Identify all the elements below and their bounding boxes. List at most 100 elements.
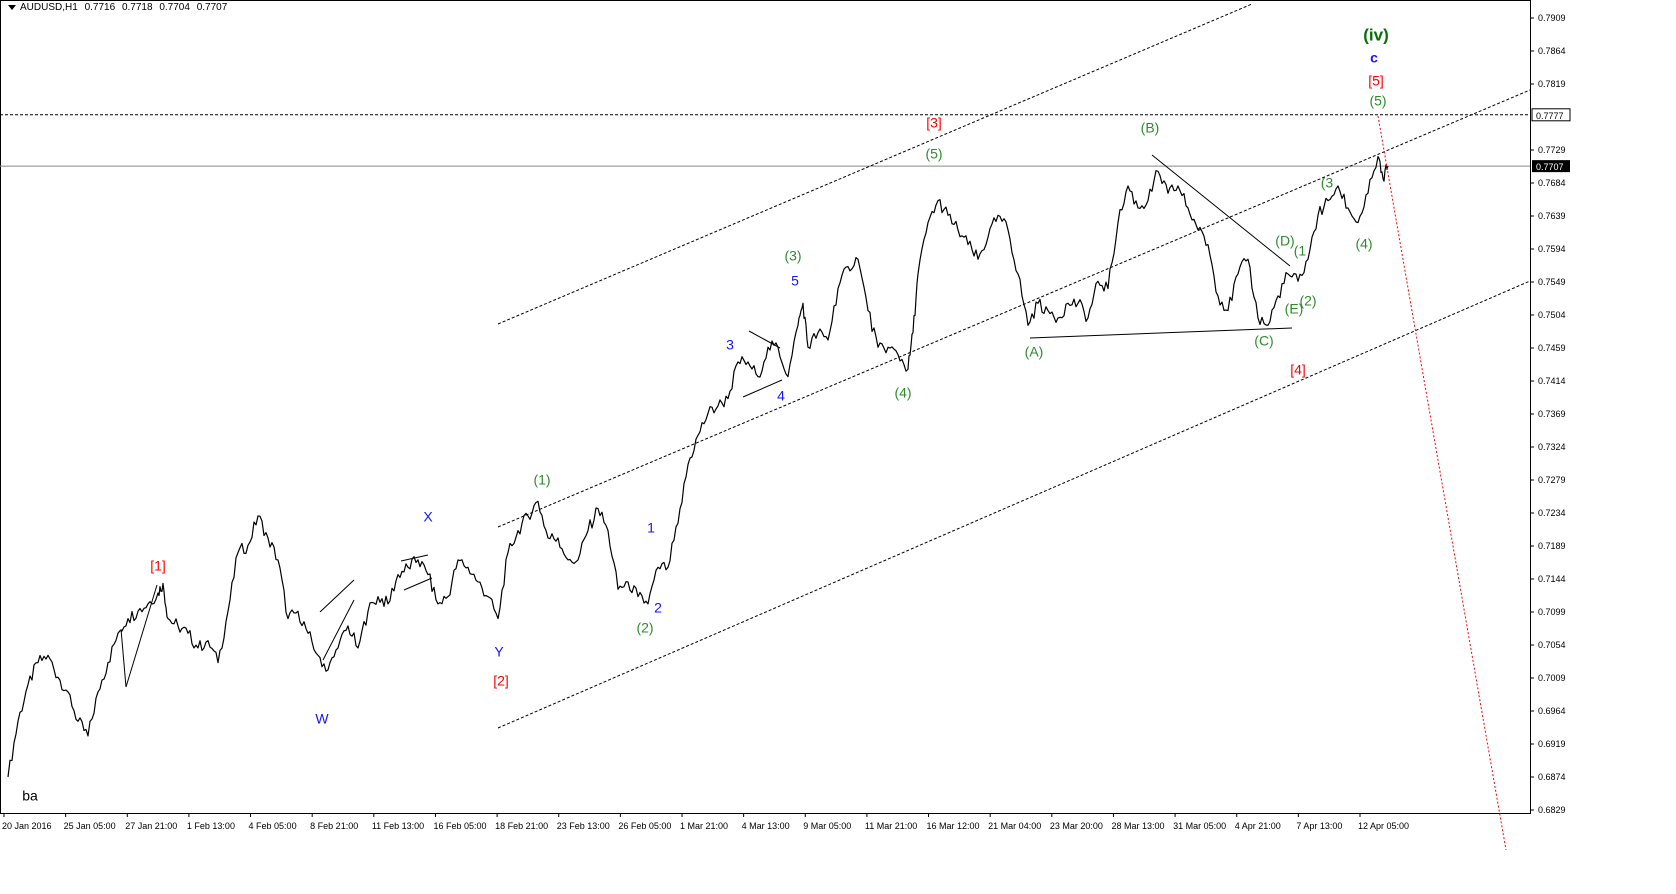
wave-label-21: (1: [1294, 243, 1307, 259]
y-tick-label-13: 0.7279: [1538, 475, 1566, 485]
wave-line-2: [319, 579, 355, 613]
x-tick-label-8: 18 Feb 21:00: [495, 821, 548, 831]
channel-line-1: [497, 89, 1531, 528]
x-tick-label-10: 26 Feb 05:00: [618, 821, 671, 831]
wave-label-29: (iv): [1363, 25, 1389, 44]
wave-label-11: 5: [791, 273, 799, 289]
y-tick-label-23: 0.6829: [1538, 805, 1566, 815]
x-tick-label-18: 28 Mar 13:00: [1111, 821, 1164, 831]
x-tick-label-4: 4 Feb 05:00: [249, 821, 297, 831]
wave-label-16: (A): [1025, 344, 1044, 360]
y-tick-label-9: 0.7459: [1538, 343, 1566, 353]
wave-label-4: [2]: [493, 673, 509, 689]
price-chart[interactable]: [1] W X Y [2] (1) (2) 1 2 3 4 5 (3) (4) [3] (5) (A) (B) (C…: [0, 0, 1676, 894]
wave-label-26: (5): [1369, 93, 1386, 109]
y-tick-label-22: 0.6874: [1538, 772, 1566, 782]
y-tick-label-21: 0.6919: [1538, 739, 1566, 749]
x-tick-label-6: 11 Feb 13:00: [372, 821, 424, 831]
x-tick-label-0: 20 Jan 2016: [2, 821, 52, 831]
wave-line-0: [125, 584, 158, 688]
x-tick-label-16: 21 Mar 04:00: [988, 821, 1041, 831]
wave-label-5: (1): [533, 472, 550, 488]
wave-label-30: ba: [22, 788, 38, 804]
y-tick-label-7: 0.7549: [1538, 277, 1566, 287]
y-tick-label-11: 0.7369: [1538, 409, 1566, 419]
x-tick-label-17: 23 Mar 20:00: [1050, 821, 1103, 831]
y-tick-label-15: 0.7189: [1538, 541, 1566, 551]
channel-line-2: [497, 280, 1531, 729]
price-tag-label-1: 0.7707: [1536, 162, 1564, 172]
price-series: [7, 156, 1389, 778]
price-line-0: [7, 156, 1389, 778]
price-tag-label-0: 0.7777: [1536, 111, 1564, 121]
wave-label-8: 2: [654, 600, 662, 616]
x-tick-label-3: 1 Feb 13:00: [187, 821, 235, 831]
wave-line-5: [403, 577, 433, 591]
y-tick-label-5: 0.7639: [1538, 211, 1566, 221]
x-tick-label-15: 16 Mar 12:00: [927, 821, 980, 831]
y-tick-label-19: 0.7009: [1538, 673, 1566, 683]
forecast-line: [1377, 115, 1507, 851]
wave-label-7: 1: [647, 520, 655, 536]
x-tick-label-12: 4 Mar 13:00: [742, 821, 790, 831]
wave-label-18: (C): [1254, 333, 1273, 349]
x-tick-label-2: 27 Jan 21:00: [125, 821, 177, 831]
wave-label-17: (B): [1141, 120, 1160, 136]
y-axis: 0.7909 0.7864 0.7819 0.7729 0.7684 0.7639 0.75…: [1530, 13, 1566, 815]
x-tick-label-7: 16 Feb 05:00: [433, 821, 486, 831]
wave-label-12: (3): [784, 248, 801, 264]
wave-label-3: Y: [494, 644, 504, 660]
wave-label-19: (D): [1275, 233, 1294, 249]
price-tags: 0.7777 0.7707: [1531, 108, 1571, 173]
wave-label-27: [5]: [1368, 73, 1384, 89]
y-tick-label-18: 0.7054: [1538, 640, 1566, 650]
x-tick-label-11: 1 Mar 21:00: [680, 821, 728, 831]
y-tick-label-3: 0.7729: [1538, 145, 1566, 155]
wave-label-15: (5): [925, 146, 942, 162]
wave-label-25: (4): [1355, 236, 1372, 252]
forecast-line: [1377, 115, 1507, 851]
price-levels: [0, 114, 1530, 167]
wave-line-6: [748, 330, 781, 349]
wave-label-2: X: [423, 509, 433, 525]
wave-label-24: (3: [1321, 175, 1334, 191]
wave-label-14: [3]: [926, 115, 942, 131]
y-tick-label-16: 0.7144: [1538, 574, 1566, 584]
x-tick-label-19: 31 Mar 05:00: [1173, 821, 1226, 831]
wave-annotations: [1] W X Y [2] (1) (2) 1 2 3 4 5 (3) (4) [3] (5) (A) (B) (C…: [22, 25, 1389, 803]
wave-label-13: (4): [894, 385, 911, 401]
y-tick-label-12: 0.7324: [1538, 442, 1566, 452]
wave-label-22: (2): [1299, 293, 1316, 309]
wave-label-28: c: [1370, 50, 1378, 66]
y-tick-label-17: 0.7099: [1538, 607, 1566, 617]
wave-label-9: 3: [726, 337, 734, 353]
wave-label-23: [4]: [1290, 362, 1306, 378]
y-tick-label-6: 0.7594: [1538, 244, 1566, 254]
x-tick-label-20: 4 Apr 21:00: [1235, 821, 1281, 831]
x-tick-label-5: 8 Feb 21:00: [310, 821, 358, 831]
x-tick-label-9: 23 Feb 13:00: [557, 821, 610, 831]
wave-line-1: [120, 628, 127, 688]
y-tick-label-4: 0.7684: [1538, 178, 1566, 188]
x-tick-label-22: 12 Apr 05:00: [1358, 821, 1409, 831]
y-tick-label-1: 0.7864: [1538, 46, 1566, 56]
x-axis: 20 Jan 2016 25 Jan 05:00 27 Jan 21:00 1 Feb…: [2, 813, 1409, 831]
wave-label-1: W: [315, 711, 329, 727]
x-tick-label-1: 25 Jan 05:00: [64, 821, 116, 831]
plot-frame: [0, 0, 1531, 814]
wave-line-9: [1151, 154, 1291, 267]
y-tick-label-10: 0.7414: [1538, 376, 1566, 386]
x-tick-label-13: 9 Mar 05:00: [803, 821, 851, 831]
wave-label-10: 4: [777, 388, 785, 404]
y-tick-label-8: 0.7504: [1538, 310, 1566, 320]
channel-line-0: [497, 3, 1253, 325]
wave-label-6: (2): [636, 620, 653, 636]
x-tick-label-14: 11 Mar 21:00: [865, 821, 917, 831]
y-tick-label-14: 0.7234: [1538, 508, 1566, 518]
wave-line-8: [1029, 327, 1293, 339]
y-tick-label-0: 0.7909: [1538, 13, 1566, 23]
y-tick-label-2: 0.7819: [1538, 79, 1566, 89]
y-tick-label-20: 0.6964: [1538, 706, 1566, 716]
x-tick-label-21: 7 Apr 13:00: [1296, 821, 1342, 831]
wave-label-0: [1]: [150, 558, 166, 574]
